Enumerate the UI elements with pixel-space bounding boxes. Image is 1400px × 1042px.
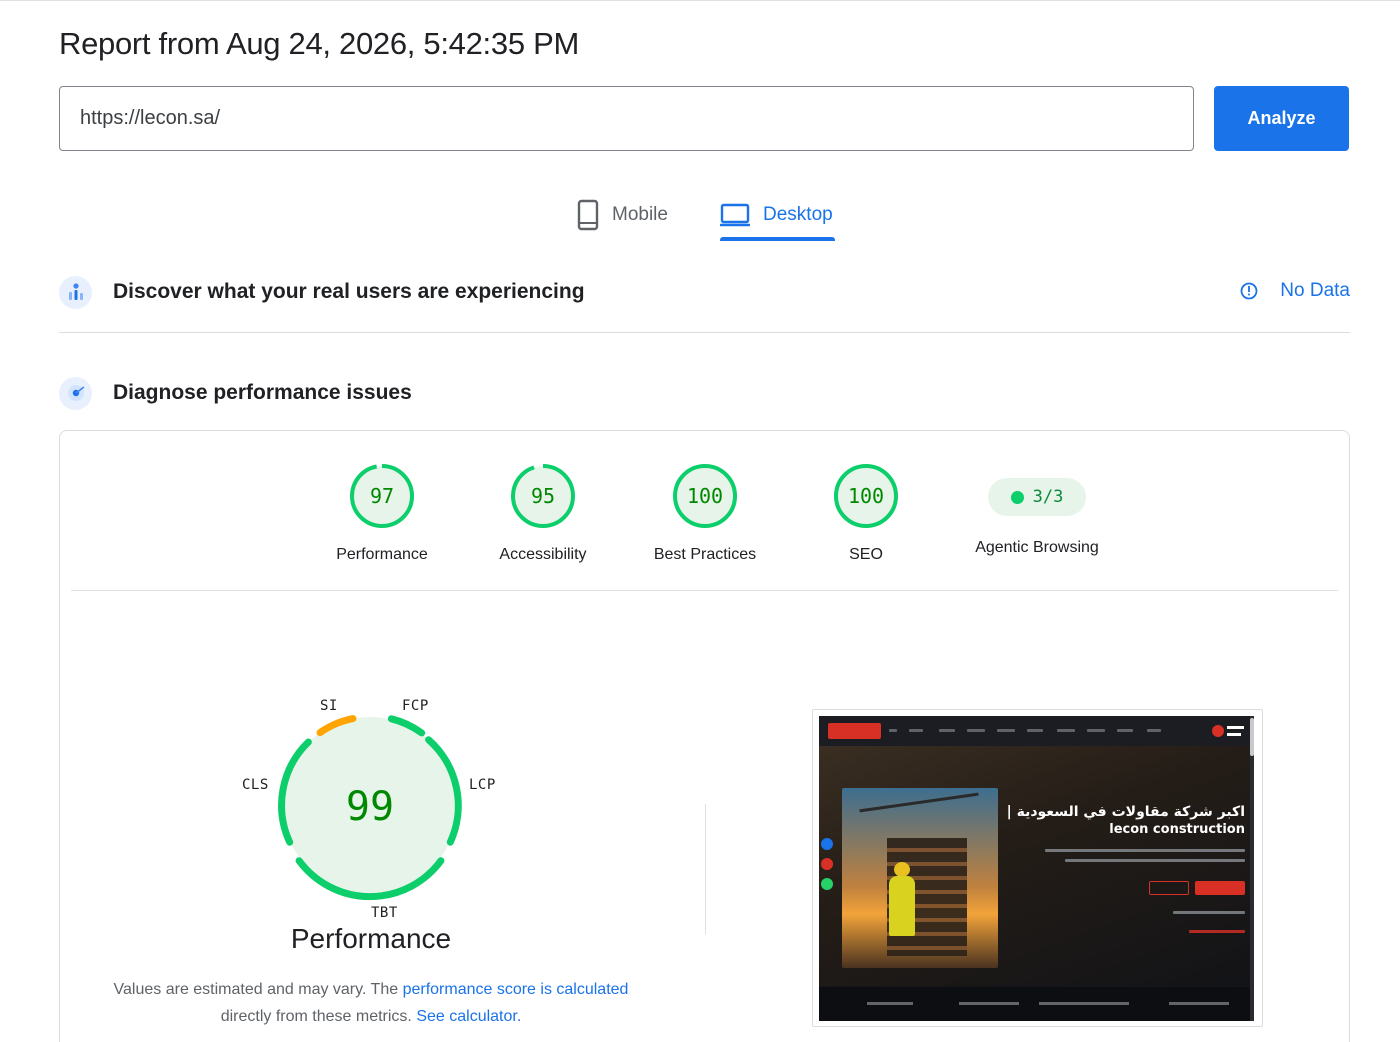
gauge-agentic-browsing[interactable]: 3/3 Agentic Browsing (947, 463, 1127, 557)
url-input-value: https://lecon.sa/ (80, 107, 221, 129)
performance-metrics-gauge: 99 SI FCP LCP TBT CLS (220, 696, 520, 956)
note-text: Values are estimated and may vary. The (113, 981, 403, 998)
section-divider (59, 332, 1350, 333)
metric-lcp: LCP (469, 777, 496, 793)
pass-dot-icon (1010, 490, 1024, 504)
gauge-label: Performance (336, 546, 428, 563)
tab-mobile-label: Mobile (612, 204, 668, 225)
score-ring: 95 (511, 464, 575, 528)
agentic-value: 3/3 (1032, 487, 1064, 507)
metric-cls: CLS (242, 777, 269, 793)
worker-vest (889, 876, 915, 936)
scrollbar-thumb (1250, 718, 1254, 756)
gauge-seo[interactable]: 100 SEO (786, 463, 946, 564)
gauge-performance[interactable]: 97 Performance (302, 463, 462, 564)
metrics-ring: 99 (278, 715, 462, 901)
url-input[interactable]: https://lecon.sa/ (59, 86, 1194, 151)
whatsapp-dot-icon (821, 878, 833, 890)
tab-mobile[interactable]: Mobile (577, 190, 668, 240)
smartphone-icon (577, 199, 599, 231)
score-ring: 100 (673, 464, 737, 528)
no-data-label: No Data (1280, 280, 1350, 301)
gauge-label: Accessibility (499, 546, 587, 563)
side-contact-icons (821, 838, 835, 900)
score-ring: 100 (834, 464, 898, 528)
tab-selected-indicator (720, 237, 835, 241)
note-text: directly from these metrics. (220, 1008, 417, 1025)
performance-score: 99 (346, 784, 394, 830)
scrollbar-track (1250, 716, 1254, 1021)
nav-cta (828, 723, 881, 739)
card-divider (71, 590, 1338, 591)
gauge-label: Agentic Browsing (975, 539, 1099, 556)
tab-desktop[interactable]: Desktop (720, 190, 833, 240)
diagnose-section: Diagnose performance issues (59, 373, 1350, 413)
users-chart-icon (59, 275, 92, 309)
hero-primary-button (1195, 881, 1245, 895)
metric-si: SI (320, 698, 338, 714)
performance-note: Values are estimated and may vary. The p… (90, 976, 652, 1030)
laptop-icon (720, 203, 750, 227)
no-data-status[interactable]: No Data (1240, 280, 1350, 302)
metric-tbt: TBT (371, 905, 398, 921)
gauge-best-practices[interactable]: 100 Best Practices (625, 463, 785, 564)
gauge-label: Best Practices (653, 546, 757, 563)
top-border (0, 0, 1400, 1)
diagnose-title: Diagnose performance issues (113, 381, 412, 404)
device-tabs: Mobile Desktop (0, 190, 1400, 242)
agentic-badge: 3/3 (988, 478, 1086, 516)
metric-fcp: FCP (402, 698, 429, 714)
site-nav (819, 716, 1254, 746)
hero-heading-arabic: اكبر شركة مقاولات في السعودية | (1006, 804, 1245, 820)
site-footer (819, 987, 1254, 1021)
phone-dot-icon (821, 838, 833, 850)
score-value: 100 (687, 484, 723, 508)
discover-section: Discover what your real users are experi… (59, 272, 1350, 312)
mail-dot-icon (821, 858, 833, 870)
hero-secondary-button (1149, 881, 1189, 895)
worker-helmet (894, 862, 910, 877)
report-title: Report from Aug 24, 2026, 5:42:35 PM (59, 26, 579, 61)
gauge-accessibility[interactable]: 95 Accessibility (463, 463, 623, 564)
report-card: 97 Performance 95 Accessibility 100 Best… (59, 430, 1350, 1042)
score-value: 100 (848, 484, 884, 508)
discover-title: Discover what your real users are experi… (113, 280, 585, 303)
gauge-label: SEO (849, 546, 883, 563)
score-calculated-link[interactable]: performance score is calculated (403, 981, 629, 998)
screenshot-thumbnail: اكبر شركة مقاولات في السعودية | lecon co… (819, 716, 1254, 1021)
info-icon (1240, 282, 1258, 300)
score-ring: 97 (350, 464, 414, 528)
performance-title: Performance (290, 923, 452, 954)
hero-heading-english: lecon construction (1109, 822, 1245, 837)
see-calculator-link[interactable]: See calculator. (416, 1008, 521, 1025)
lighthouse-icon (59, 376, 92, 410)
tab-desktop-label: Desktop (763, 204, 833, 225)
score-value: 95 (531, 484, 555, 508)
score-gauges: 97 Performance 95 Accessibility 100 Best… (60, 431, 1349, 591)
page-screenshot[interactable]: اكبر شركة مقاولات في السعودية | lecon co… (812, 709, 1263, 1027)
score-value: 97 (370, 484, 394, 508)
vertical-divider (705, 804, 706, 934)
analyze-button[interactable]: Analyze (1214, 86, 1349, 151)
site-logo-icon (1212, 725, 1244, 737)
